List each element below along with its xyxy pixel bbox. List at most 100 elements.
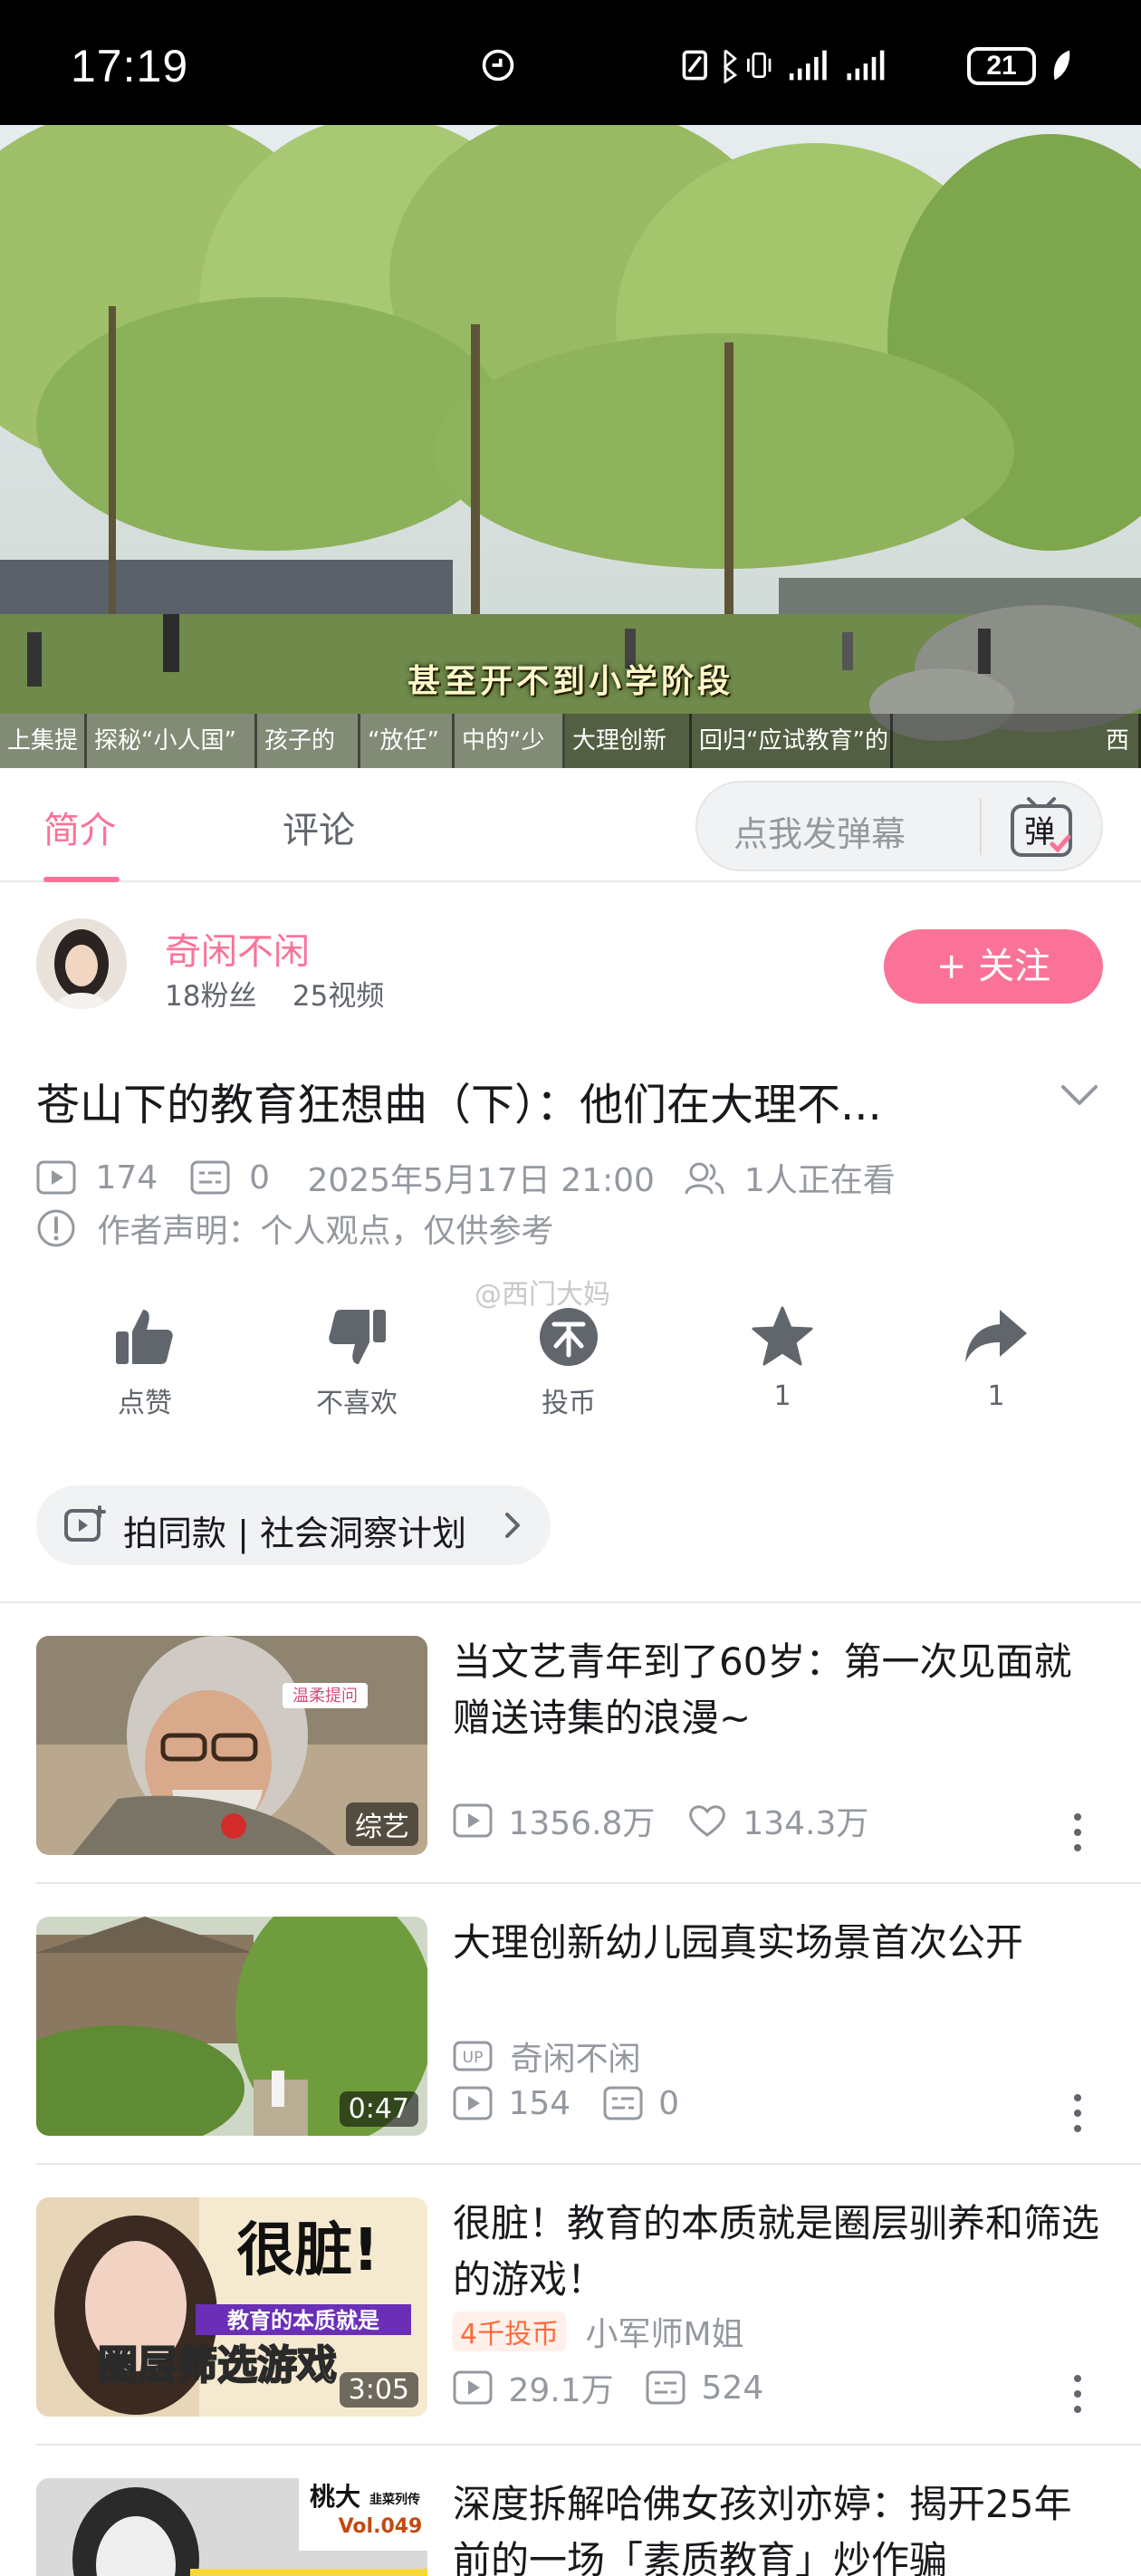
- duration-badge: 0:47: [339, 2091, 418, 2127]
- svg-text:UP: UP: [463, 2049, 484, 2067]
- battery-indicator: 21: [967, 47, 1036, 85]
- recommended-video[interactable]: 很脏! 教育的本质就是 圈层筛选游戏 3:05 很脏！教育的本质就是圈层驯养和筛…: [0, 2165, 1141, 2446]
- chapter-segment[interactable]: 孩子的: [257, 714, 360, 768]
- more-options-icon[interactable]: [1069, 1812, 1087, 1853]
- svg-text:很脏!: 很脏!: [236, 2217, 379, 2284]
- chevron-right-icon: [505, 1513, 520, 1538]
- info-icon: [37, 1209, 75, 1247]
- video-thumbnail[interactable]: 0:47: [36, 1917, 427, 2136]
- tab-bar: 简介 评论 点我发弹幕 弹: [0, 768, 1141, 882]
- duration-badge: 3:05: [339, 2372, 418, 2408]
- svg-text:Vol.049: Vol.049: [339, 2515, 423, 2538]
- coin-label: 投币: [542, 1388, 596, 1419]
- video-subtitle: 甚至开不到小学阶段: [407, 663, 734, 700]
- favorite-button[interactable]: 1: [710, 1304, 855, 1412]
- uploader-avatar[interactable]: [36, 918, 127, 1009]
- danmaku-toggle-icon[interactable]: 弹: [1007, 793, 1076, 862]
- recommended-stats: 154 0: [453, 2083, 679, 2122]
- view-count: 154: [508, 2084, 571, 2122]
- danmaku-count-icon: [646, 2370, 686, 2405]
- recommended-title: 深度拆解哈佛女孩刘亦婷：揭开25年前的一场「素质教育」炒作骗: [453, 2482, 1072, 2576]
- video-player[interactable]: 甚至开不到小学阶段 上集提 探秘“小人国” 孩子的 “放任” 中的“少 大理创新…: [0, 125, 1141, 768]
- video-thumbnail[interactable]: 很脏! 教育的本质就是 圈层筛选游戏 3:05: [36, 2197, 427, 2417]
- danmaku-count: 0: [658, 2084, 679, 2122]
- chip-label: 拍同款 | 社会洞察计划: [123, 1514, 466, 1553]
- recommended-video[interactable]: 0:47 大理创新幼儿园真实场景首次公开 UP 奇闲不闲 154 0: [0, 1884, 1141, 2165]
- chapter-bar: 上集提 探秘“小人国” 孩子的 “放任” 中的“少 大理创新 回归“应试教育”的…: [0, 714, 1141, 768]
- heart-icon: [689, 1805, 725, 1837]
- svg-text:教育的本质就是: 教育的本质就是: [227, 2308, 379, 2333]
- chapter-segment[interactable]: 大理创新: [565, 714, 692, 768]
- like-count: 134.3万: [743, 1805, 869, 1842]
- chapter-segment[interactable]: 中的“少: [455, 714, 565, 768]
- like-label: 点赞: [118, 1388, 172, 1419]
- leaf-icon: [1053, 50, 1070, 81]
- status-time: 17:19: [71, 41, 189, 91]
- recommended-video[interactable]: 温柔提问 综艺 当文艺青年到了60岁：第一次见面就赠送诗集的浪漫~ 1356.8…: [0, 1603, 1141, 1884]
- recommended-stats: 1356.8万 134.3万: [453, 1797, 868, 1844]
- viewers-icon: [685, 1162, 724, 1195]
- recommended-stats: 29.1万 524: [453, 2364, 763, 2411]
- dislike-button[interactable]: 不喜欢: [284, 1304, 429, 1420]
- uploader-videos: 25视频: [292, 980, 385, 1013]
- video-meta: 174 0 2025年5月17日 21:00 1人正在看: [36, 1154, 896, 1199]
- like-button[interactable]: 点赞: [72, 1304, 217, 1420]
- play-count-icon: [36, 1160, 76, 1195]
- tab-intro[interactable]: 简介: [43, 801, 116, 853]
- svg-text:圈层筛选游戏: 圈层筛选游戏: [98, 2342, 337, 2389]
- chapter-segment[interactable]: 上集提: [0, 714, 87, 768]
- danmaku-input[interactable]: 点我发弹幕 弹: [695, 781, 1103, 871]
- view-count: 29.1万: [508, 2372, 614, 2409]
- network-icons: [682, 49, 885, 83]
- danmaku-divider: [980, 799, 982, 855]
- video-thumbnail[interactable]: 温柔提问 综艺: [36, 1636, 427, 1855]
- coin-button[interactable]: 投币: [496, 1304, 641, 1420]
- chapter-segment[interactable]: “放任”: [360, 714, 455, 768]
- author-name: 奇闲不闲: [510, 2041, 641, 2078]
- video-title: 苍山下的教育狂想曲（下）：他们在大理不...: [36, 1080, 882, 1130]
- topic-chip[interactable]: 拍同款 | 社会洞察计划: [36, 1485, 551, 1565]
- play-count-icon: [453, 2086, 493, 2120]
- play-count-icon: [453, 1803, 493, 1838]
- tab-active-indicator: [43, 877, 120, 882]
- uploader-fans: 18粉丝: [165, 980, 257, 1013]
- favorite-count: 1: [773, 1380, 791, 1412]
- follow-button[interactable]: + 关注: [884, 929, 1103, 1004]
- svg-text:桃大: 桃大: [310, 2482, 360, 2512]
- author-name: 小军师M姐: [585, 2316, 744, 2353]
- recommended-title: 大理创新幼儿园真实场景首次公开: [453, 1920, 1024, 1965]
- recommended-author: UP 奇闲不闲: [453, 2033, 640, 2080]
- video-template-icon: [64, 1505, 106, 1542]
- chevron-down-icon[interactable]: [1058, 1078, 1101, 1114]
- recommended-author: 4千投币 小军师M姐: [453, 2308, 744, 2355]
- tab-comments[interactable]: 评论: [283, 801, 355, 853]
- sync-icon: [482, 49, 514, 82]
- chapter-segment[interactable]: 回归“应试教育”的: [692, 714, 893, 768]
- share-icon: [965, 1310, 1027, 1362]
- danmaku-count: 524: [701, 2369, 764, 2407]
- recommended-video[interactable]: 桃大 韭菜列传 Vol.049 深度拆解哈佛女孩刘亦婷：揭开25年前的一场「素质…: [0, 2446, 1141, 2576]
- uploader-stats: 18粉丝 25视频: [165, 973, 384, 1014]
- danmaku-count-icon: [190, 1160, 230, 1195]
- more-options-icon[interactable]: [1069, 2373, 1087, 2415]
- up-badge-icon: UP: [453, 2041, 493, 2071]
- chapter-segment[interactable]: 西: [893, 714, 1141, 768]
- svg-text:温柔提问: 温柔提问: [292, 1687, 358, 1706]
- thumbs-down-icon: [329, 1310, 386, 1364]
- chapter-segment[interactable]: 探秘“小人国”: [87, 714, 257, 768]
- danmaku-count: 0: [249, 1158, 270, 1197]
- share-button[interactable]: 1: [924, 1304, 1069, 1412]
- more-options-icon[interactable]: [1069, 2092, 1087, 2134]
- star-icon: [752, 1306, 813, 1366]
- play-count-icon: [453, 2370, 493, 2405]
- status-bar: 17:19 21: [0, 0, 1141, 125]
- share-count: 1: [987, 1380, 1005, 1412]
- danmaku-placeholder: 点我发弹幕: [734, 814, 906, 854]
- dislike-label: 不喜欢: [316, 1388, 398, 1419]
- video-thumbnail[interactable]: 桃大 韭菜列传 Vol.049: [36, 2478, 427, 2576]
- danmaku-count-icon: [603, 2086, 643, 2120]
- uploader-name[interactable]: 奇闲不闲: [165, 922, 310, 975]
- svg-text:韭菜列传: 韭菜列传: [369, 2492, 420, 2507]
- category-badge: 综艺: [346, 1802, 418, 1846]
- author-declaration: 作者声明：个人观点，仅供参考: [36, 1205, 553, 1252]
